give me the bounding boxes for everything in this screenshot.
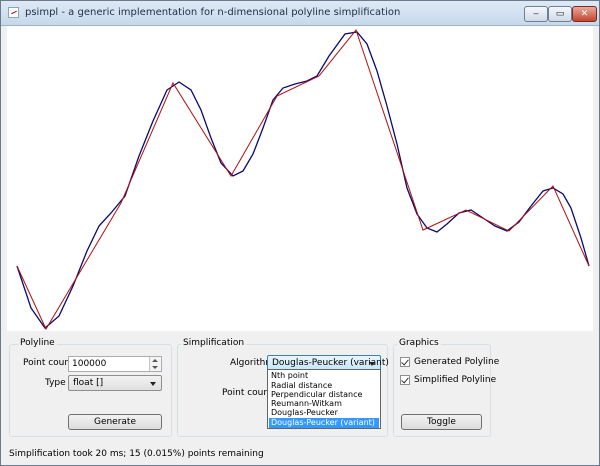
algorithm-option-douglas-peucker[interactable]: Douglas-Peucker [269,408,379,418]
generated-polyline [16,31,590,329]
polyline-canvas [7,26,593,331]
main-window: psimpl - a generic implementation for n-… [0,0,600,466]
spin-up-icon[interactable] [152,359,158,362]
type-label: Type [45,378,66,388]
checkmark-icon[interactable] [400,375,410,385]
spin-arrows[interactable] [149,357,161,371]
algorithm-dropdown[interactable]: Nth point Radial distance Perpendicular … [267,369,381,429]
simplification-group-title: Simplification [181,338,247,348]
close-button[interactable]: ✕ [572,6,597,22]
maximize-icon: ▭ [555,9,565,19]
graphics-group-title: Graphics [397,338,441,348]
algorithm-option-nth-point[interactable]: Nth point [269,371,379,381]
chevron-down-icon [150,382,156,386]
point-count-value: 100000 [72,359,107,369]
spin-down-icon[interactable] [152,366,158,369]
maximize-button[interactable]: ▭ [548,6,572,22]
simplified-polyline-checkbox[interactable]: Simplified Polyline [400,375,496,385]
close-icon: ✕ [580,9,589,19]
checkmark-icon[interactable] [400,357,410,367]
polyline-plot [16,28,590,331]
point-count-spinbox[interactable]: 100000 [68,356,162,372]
type-combobox[interactable]: float [] [68,375,162,391]
minimize-button[interactable]: ‒ [524,6,548,22]
title-bar[interactable]: psimpl - a generic implementation for n-… [1,1,599,26]
chevron-down-icon [369,362,375,366]
generate-button[interactable]: Generate [68,414,162,430]
minimize-icon: ‒ [533,9,539,19]
simplified-polyline-label: Simplified Polyline [414,375,497,385]
generated-polyline-label: Generated Polyline [414,357,500,367]
simplification-point-count-label: Point count [222,388,273,398]
toggle-button[interactable]: Toggle [401,414,482,430]
simplified-polyline [16,28,590,331]
generated-polyline-checkbox[interactable]: Generated Polyline [400,357,499,367]
status-bar-text: Simplification took 20 ms; 15 (0.015%) p… [9,449,264,459]
point-count-label: Point count [23,358,74,368]
algorithm-option-douglas-peucker-variant[interactable]: Douglas-Peucker (variant) [269,418,379,428]
type-value: float [] [73,378,104,388]
app-icon [8,7,19,18]
polyline-group-title: Polyline [18,338,57,348]
window-title: psimpl - a generic implementation for n-… [25,7,401,18]
